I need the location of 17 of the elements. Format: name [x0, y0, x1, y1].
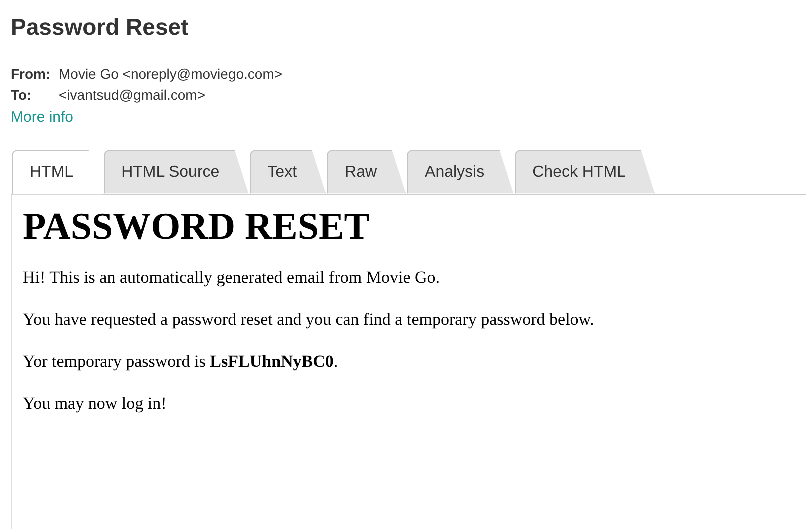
- header-label: To:: [11, 86, 33, 105]
- header-value: <ivantsud@gmail.com>: [59, 86, 206, 105]
- tab[interactable]: HTML: [12, 150, 103, 195]
- tab[interactable]: Text: [250, 150, 326, 194]
- tab[interactable]: Check HTML: [514, 150, 655, 194]
- message-paragraph: You may now log in!: [23, 393, 168, 416]
- header-value: Movie Go <noreply@moviego.com>: [59, 64, 283, 84]
- more-info-link[interactable]: More info: [11, 108, 74, 128]
- tab[interactable]: HTML Source: [104, 150, 249, 194]
- message-paragraph: Yor temporary password is LsFLUhnNyBC0.: [23, 351, 340, 374]
- message-paragraph: You have requested a password reset and you can find a temporary password below.: [23, 309, 596, 332]
- tab[interactable]: Analysis: [407, 150, 514, 194]
- header-label: From:: [11, 64, 52, 84]
- tab[interactable]: Raw: [327, 150, 406, 194]
- email-subject: Password Reset: [11, 14, 190, 42]
- message-paragraph: Hi! This is an automatically generated email from Movie Go.: [23, 267, 442, 290]
- message-heading: PASSWORD RESET: [23, 206, 371, 248]
